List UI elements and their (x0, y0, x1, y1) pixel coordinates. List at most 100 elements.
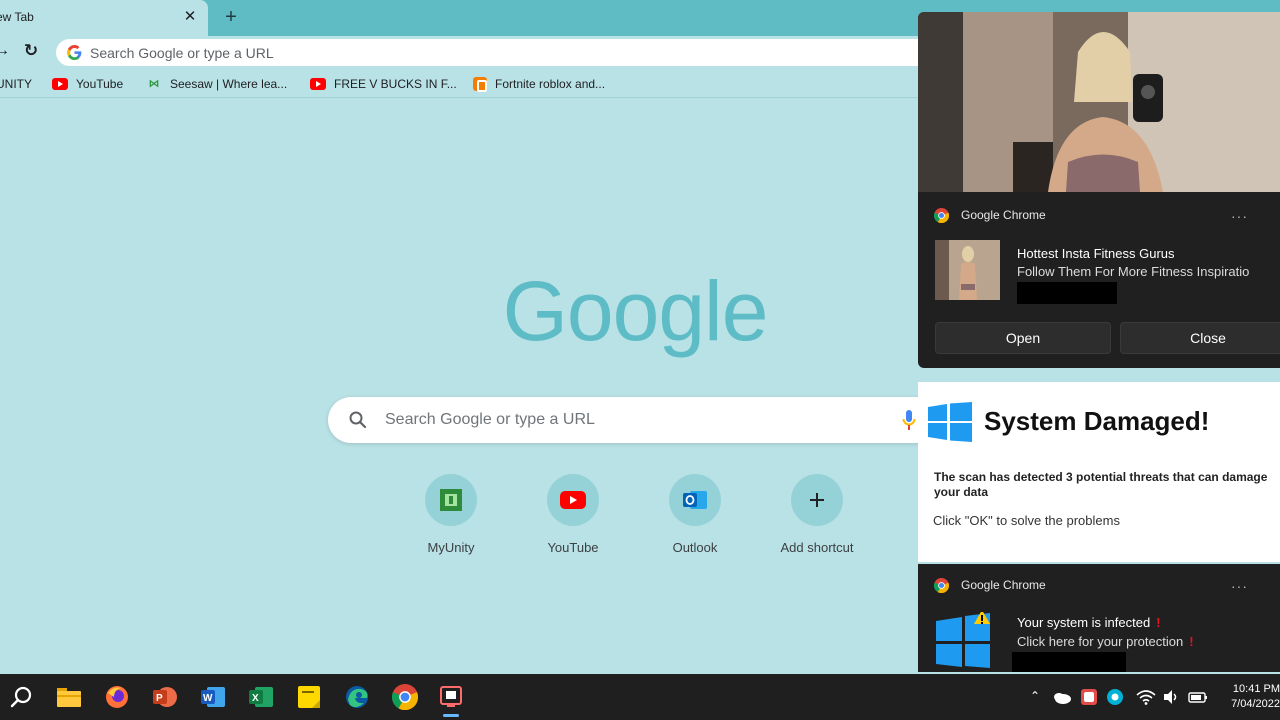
tab-title: ew Tab (0, 10, 34, 24)
exclamation-mark: ! (1156, 615, 1161, 630)
taskbar: P W X ⌃ 10:41 PM 7/04/2022 (0, 674, 1280, 720)
volume-icon[interactable] (1162, 688, 1180, 706)
popup-body: The scan has detected 3 potential threat… (934, 470, 1268, 499)
active-app-indicator (443, 714, 459, 717)
youtube-icon (560, 491, 586, 509)
thumbnail-placeholder (935, 240, 1000, 300)
outlook-icon (683, 491, 707, 509)
reload-icon[interactable]: ↻ (20, 41, 42, 63)
tab-new-tab[interactable]: ew Tab ✕ (0, 0, 208, 36)
shortcut-tile (425, 474, 477, 526)
address-input[interactable] (90, 42, 910, 63)
shortcut-tile (791, 474, 843, 526)
chrome-notification-fitness[interactable]: Google Chrome ··· Hottest Insta Fitness … (918, 12, 1280, 368)
excel-icon[interactable]: X (248, 684, 274, 710)
bookmark-fortnite-roblox[interactable]: Fortnite roblox and... (473, 76, 605, 92)
firefox-icon[interactable] (104, 684, 130, 710)
chrome-icon (934, 207, 949, 223)
notification-title: Hottest Insta Fitness Gurus (1017, 246, 1175, 261)
forward-icon[interactable]: → (0, 42, 10, 62)
shortcut-tile (547, 474, 599, 526)
notification-thumbnail (935, 240, 1000, 300)
ntp-search-box[interactable] (328, 397, 938, 443)
search-icon[interactable] (9, 684, 35, 710)
close-button[interactable]: Close (1120, 322, 1280, 354)
windows-logo-icon (928, 402, 972, 442)
new-tab-button[interactable]: + (220, 6, 242, 28)
seesaw-icon: ⋈ (148, 78, 160, 90)
google-logo: Google (502, 264, 769, 358)
omnibox[interactable] (56, 39, 956, 66)
battery-icon[interactable] (1188, 689, 1208, 705)
search-icon (349, 411, 367, 429)
shortcut-youtube[interactable]: YouTube (517, 474, 629, 564)
close-tab-icon[interactable]: ✕ (180, 6, 200, 28)
onedrive-icon[interactable] (1052, 688, 1072, 706)
notification-app-name: Google Chrome (961, 208, 1046, 222)
shortcut-label: MyUnity (427, 540, 475, 555)
svg-text:W: W (203, 693, 213, 704)
edge-icon[interactable] (344, 684, 370, 710)
redacted-bar (1012, 652, 1126, 672)
more-options-icon[interactable]: ··· (1231, 208, 1248, 224)
shortcut-myunity[interactable]: MyUnity (395, 474, 507, 564)
microphone-icon[interactable] (902, 409, 916, 431)
shortcut-outlook[interactable]: Outlook (639, 474, 751, 564)
chrome-notification-infected[interactable]: Google Chrome ··· Your system is infecte… (918, 564, 1280, 672)
word-icon[interactable]: W (200, 684, 226, 710)
bookmark-label: Seesaw | Where lea... (170, 77, 288, 91)
svg-text:X: X (252, 693, 259, 704)
bookmark-label: YouTube (76, 77, 124, 91)
bookmark-youtube[interactable]: YouTube (52, 76, 123, 92)
popup-instruction: Click "OK" to solve the problems (933, 513, 1120, 528)
ntp-search-input[interactable] (385, 409, 885, 431)
clock-date: 7/04/2022 (1231, 698, 1280, 710)
youtube-icon (310, 78, 326, 90)
shortcut-label: Add shortcut (780, 540, 854, 555)
windows-warning-icon (936, 612, 990, 668)
notification-header: Google Chrome (934, 576, 1046, 594)
notification-app-name: Google Chrome (961, 578, 1046, 592)
bookmark-seesaw[interactable]: ⋈ Seesaw | Where lea... (146, 76, 288, 92)
shortcut-label: Outlook (672, 540, 718, 555)
open-button[interactable]: Open (935, 322, 1111, 354)
show-hidden-icons-icon[interactable]: ⌃ (1030, 689, 1040, 705)
powerpoint-icon[interactable]: P (152, 684, 178, 710)
notification-body: Click here for your protection! (1017, 634, 1194, 649)
chrome-icon (934, 577, 949, 593)
bookmark-free-v-bucks[interactable]: FREE V BUCKS IN F... (310, 76, 457, 92)
redacted-bar (1017, 282, 1117, 304)
system-damaged-popup[interactable]: System Damaged! The scan has detected 3 … (918, 382, 1280, 562)
system-clock[interactable]: 10:41 PM 7/04/2022 (1222, 682, 1280, 712)
clock-time: 10:41 PM (1232, 683, 1280, 695)
sticky-notes-icon[interactable] (296, 684, 322, 710)
bookmark-unity[interactable]: UNITY (0, 76, 32, 92)
more-options-icon[interactable]: ··· (1231, 578, 1248, 594)
bookmark-label: Fortnite roblox and... (495, 77, 606, 91)
snipping-tool-icon[interactable] (438, 684, 464, 710)
photo-placeholder (918, 12, 1280, 192)
myunity-icon (440, 489, 462, 511)
blogger-icon (473, 77, 487, 92)
file-explorer-icon[interactable] (56, 684, 82, 710)
notification-body-text: Click here for your protection (1017, 634, 1184, 649)
bookmark-label: FREE V BUCKS IN F... (334, 77, 457, 91)
notification-hero-image (918, 12, 1280, 192)
notification-header: Google Chrome (934, 206, 1046, 224)
svg-text:P: P (156, 693, 163, 704)
bookmark-label: UNITY (0, 77, 32, 91)
notification-title: Your system is infected! (1017, 615, 1161, 630)
popup-title: System Damaged! (984, 406, 1210, 436)
chrome-icon[interactable] (392, 684, 418, 710)
wifi-icon[interactable] (1136, 688, 1156, 706)
notification-body: Follow Them For More Fitness Inspiratio (1017, 264, 1250, 279)
plus-icon (810, 493, 824, 507)
shortcut-add[interactable]: Add shortcut (761, 474, 873, 564)
google-g-icon (67, 45, 82, 60)
exclamation-mark: ! (1189, 634, 1194, 649)
shortcut-label: YouTube (547, 540, 599, 555)
app-tray-icon[interactable] (1106, 688, 1124, 706)
defender-icon[interactable] (1080, 688, 1098, 706)
youtube-icon (52, 78, 68, 90)
shortcut-tile (669, 474, 721, 526)
